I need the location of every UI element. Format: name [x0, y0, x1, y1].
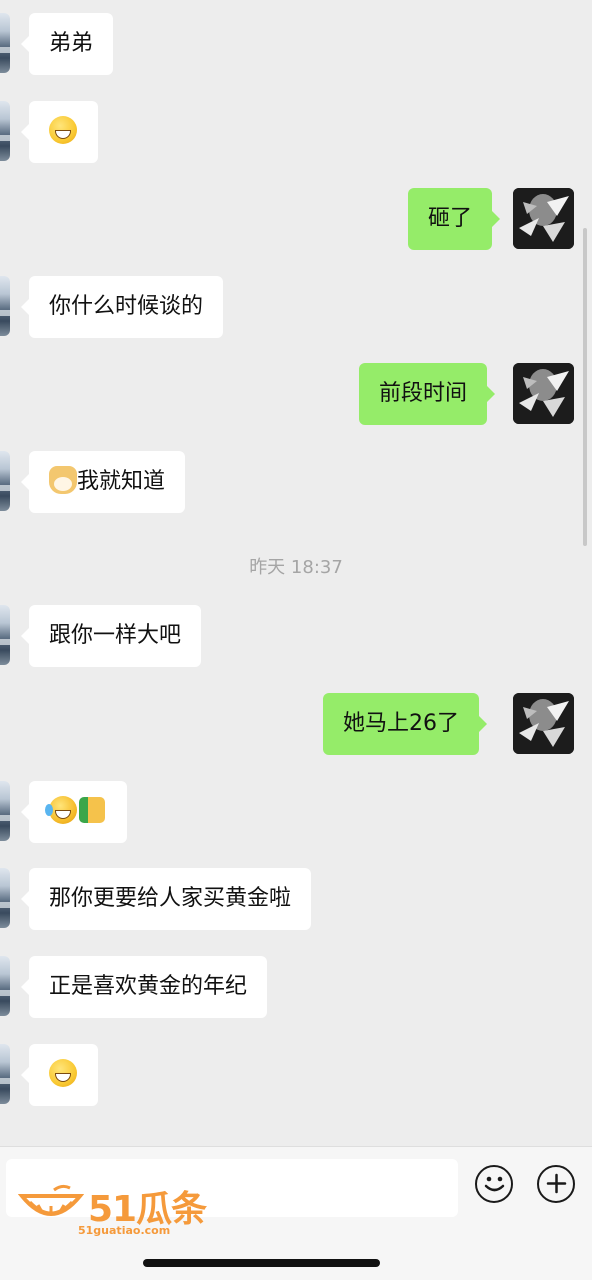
grin-emoji-icon — [49, 116, 77, 144]
message-text: 前段时间 — [379, 381, 468, 406]
avatar-art-icon — [513, 693, 574, 754]
message-bubble-incoming[interactable]: 正是喜欢黄金的年纪 — [20, 956, 268, 1018]
chat-scrollbar[interactable] — [583, 228, 587, 546]
my-avatar[interactable] — [513, 363, 574, 424]
message-bubble-incoming[interactable] — [21, 781, 127, 843]
watermark-url: 51guatiao.com — [78, 1224, 171, 1237]
message-text: 跟你一样大吧 — [49, 623, 182, 648]
contact-avatar[interactable] — [0, 781, 10, 841]
home-indicator[interactable] — [143, 1259, 380, 1267]
message-text: 她马上26了 — [343, 711, 459, 736]
avatar-art-icon — [513, 363, 574, 424]
doge-emoji-icon — [49, 466, 77, 494]
thumbs-up-emoji-icon — [79, 797, 105, 823]
contact-avatar[interactable] — [0, 868, 10, 928]
message-bubble-incoming[interactable]: 我就知道 — [20, 451, 186, 513]
message-text: 你什么时候谈的 — [49, 294, 204, 319]
chat-message-list[interactable]: 弟弟 砸了 你什么时候谈的 前段时间 我就知道 昨天 18:37 跟你一样大吧 … — [0, 0, 592, 1146]
message-bubble-outgoing[interactable]: 前段时间 — [359, 363, 496, 425]
contact-avatar[interactable] — [0, 101, 10, 161]
contact-avatar[interactable] — [0, 1044, 10, 1104]
chat-timestamp: 昨天 18:37 — [249, 557, 343, 578]
avatar-art-icon — [513, 188, 574, 249]
message-text: 正是喜欢黄金的年纪 — [49, 974, 248, 999]
message-bubble-incoming[interactable]: 跟你一样大吧 — [20, 605, 202, 667]
smiley-face-icon — [484, 1176, 504, 1192]
contact-avatar[interactable] — [0, 956, 10, 1016]
contact-avatar[interactable] — [0, 13, 10, 73]
message-bubble-outgoing[interactable]: 砸了 — [408, 188, 501, 250]
my-avatar[interactable] — [513, 693, 574, 754]
message-bubble-outgoing[interactable]: 她马上26了 — [323, 693, 487, 755]
watermark-logo: 51瓜条 51guatiao.com — [18, 1176, 218, 1242]
message-text: 那你更要给人家买黄金啦 — [49, 886, 292, 911]
message-bubble-incoming[interactable]: 那你更要给人家买黄金啦 — [20, 868, 312, 930]
laugh-cry-emoji-icon — [45, 796, 77, 824]
contact-avatar[interactable] — [0, 451, 10, 511]
grin-emoji-icon — [49, 1059, 77, 1087]
message-bubble-incoming[interactable]: 弟弟 — [20, 13, 114, 75]
message-text: 砸了 — [428, 206, 473, 231]
contact-avatar[interactable] — [0, 605, 10, 665]
plus-circle-icon — [546, 1173, 566, 1194]
message-bubble-incoming[interactable]: 你什么时候谈的 — [20, 276, 224, 338]
my-avatar[interactable] — [513, 188, 574, 249]
watermelon-logo-icon — [18, 1184, 84, 1216]
message-text: 弟弟 — [49, 31, 94, 56]
more-button[interactable] — [537, 1165, 575, 1203]
message-text: 我就知道 — [77, 469, 166, 494]
contact-avatar[interactable] — [0, 276, 10, 336]
emoji-button[interactable] — [475, 1165, 513, 1203]
message-bubble-incoming[interactable] — [21, 101, 98, 163]
message-bubble-incoming[interactable] — [21, 1044, 98, 1106]
